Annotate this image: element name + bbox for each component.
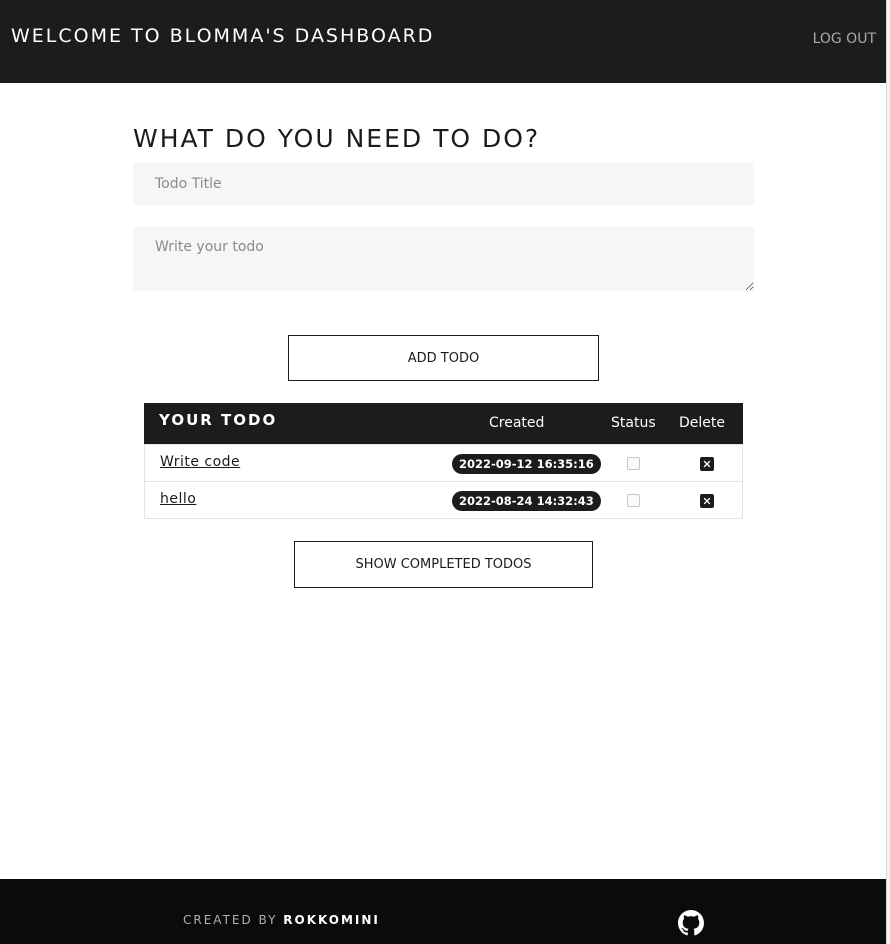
- column-header-status: Status: [611, 415, 656, 431]
- page-title: WELCOME TO BLOMMA'S DASHBOARD: [11, 25, 435, 47]
- show-completed-button[interactable]: SHOW COMPLETED TODOS: [294, 541, 593, 588]
- delete-icon[interactable]: [700, 457, 714, 471]
- add-todo-button[interactable]: ADD TODO: [288, 335, 599, 381]
- footer-credit: CREATED BY ROKKOMINI: [183, 913, 380, 927]
- column-header-delete: Delete: [679, 415, 725, 431]
- table-row: hello 2022-08-24 14:32:43: [144, 482, 743, 519]
- footer: CREATED BY ROKKOMINI: [0, 879, 886, 944]
- status-checkbox[interactable]: [627, 457, 640, 470]
- credit-author: ROKKOMINI: [283, 913, 380, 927]
- top-header: WELCOME TO BLOMMA'S DASHBOARD LOG OUT: [0, 0, 886, 83]
- todo-title-input[interactable]: [133, 162, 754, 205]
- status-checkbox[interactable]: [627, 494, 640, 507]
- table-row: Write code 2022-09-12 16:35:16: [144, 444, 743, 482]
- created-badge: 2022-09-12 16:35:16: [452, 454, 601, 474]
- form-heading: WHAT DO YOU NEED TO DO?: [133, 124, 541, 153]
- todo-body-textarea[interactable]: [133, 227, 754, 291]
- todo-title-link[interactable]: hello: [160, 491, 196, 507]
- scrollbar[interactable]: [886, 0, 890, 944]
- table-header: YOUR TODO Created Status Delete: [144, 403, 743, 444]
- column-header-title: YOUR TODO: [159, 411, 278, 429]
- todo-title-link[interactable]: Write code: [160, 454, 240, 470]
- delete-icon[interactable]: [700, 494, 714, 508]
- scrollbar-track: [886, 0, 887, 944]
- created-badge: 2022-08-24 14:32:43: [452, 491, 601, 511]
- logout-link[interactable]: LOG OUT: [813, 31, 876, 47]
- credit-prefix: CREATED BY: [183, 913, 278, 927]
- github-icon[interactable]: [678, 910, 704, 936]
- todo-table: YOUR TODO Created Status Delete Write co…: [144, 403, 743, 519]
- column-header-created: Created: [489, 415, 545, 431]
